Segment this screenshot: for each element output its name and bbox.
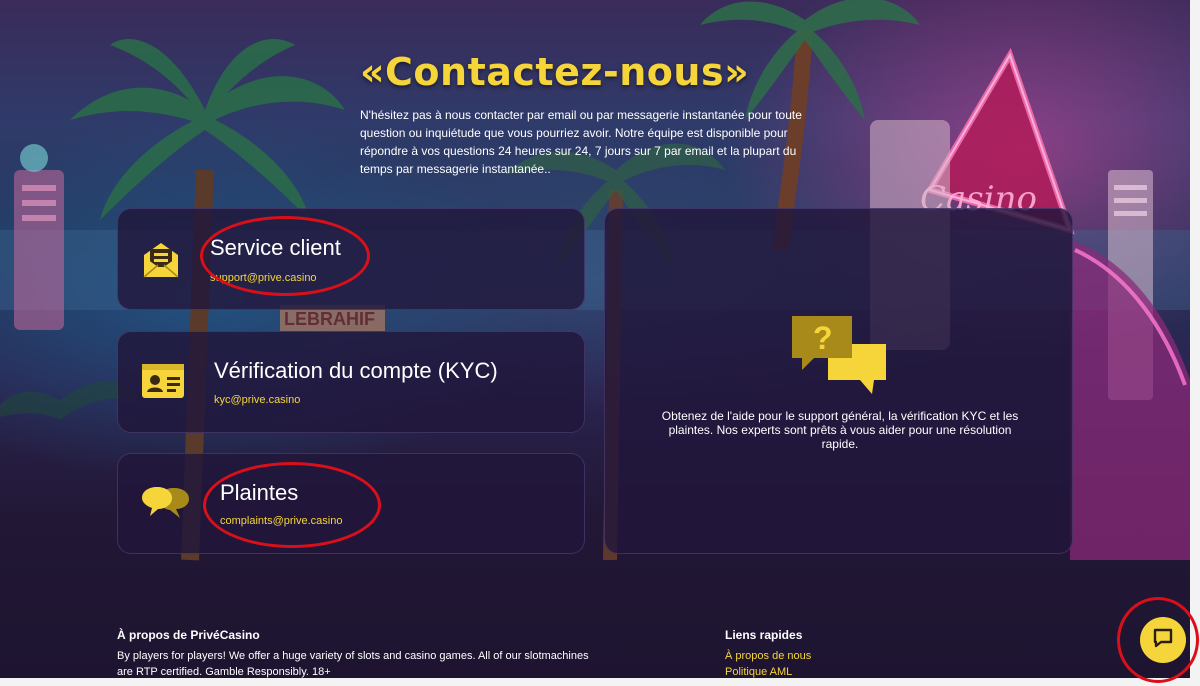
mail-icon <box>140 239 182 285</box>
question-bubbles-icon: ? <box>790 314 890 398</box>
footer-link-aml[interactable]: Politique AML <box>725 666 792 678</box>
contact-card-service: Service client support@prive.casino <box>117 208 585 310</box>
chat-launcher-button[interactable] <box>1140 617 1186 663</box>
id-card-icon <box>140 362 186 404</box>
page-intro: N'hésitez pas à nous contacter par email… <box>360 108 802 176</box>
chat-icon <box>1152 627 1174 653</box>
page-edge <box>1190 0 1200 686</box>
footer-link-about[interactable]: À propos de nous <box>725 650 811 662</box>
contact-card-kyc: Vérification du compte (KYC) kyc@prive.c… <box>117 331 585 433</box>
contact-card-title: Service client <box>210 235 341 260</box>
help-card: ? Obtenez de l'aide pour le support géné… <box>604 208 1073 554</box>
contact-email-link[interactable]: complaints@prive.casino <box>220 515 342 527</box>
footer-about-text: By players for players! We offer a huge … <box>117 650 589 678</box>
contact-card-title: Vérification du compte (KYC) <box>214 358 498 383</box>
svg-text:?: ? <box>813 320 833 356</box>
footer-links-heading: Liens rapides <box>725 628 803 642</box>
page-title: «Contactez-nous» <box>360 50 750 94</box>
chat-bubbles-icon <box>140 484 190 530</box>
contact-email-link[interactable]: kyc@prive.casino <box>214 394 300 406</box>
help-description: Obtenez de l'aide pour le support généra… <box>661 409 1019 451</box>
contact-email-link[interactable]: support@prive.casino <box>210 272 317 284</box>
contact-card-complaints: Plaintes complaints@prive.casino <box>117 453 585 554</box>
contact-card-title: Plaintes <box>220 480 299 505</box>
background-sign: LEBRAHIF <box>284 309 375 329</box>
footer-about-heading: À propos de PrivéCasino <box>117 628 260 642</box>
